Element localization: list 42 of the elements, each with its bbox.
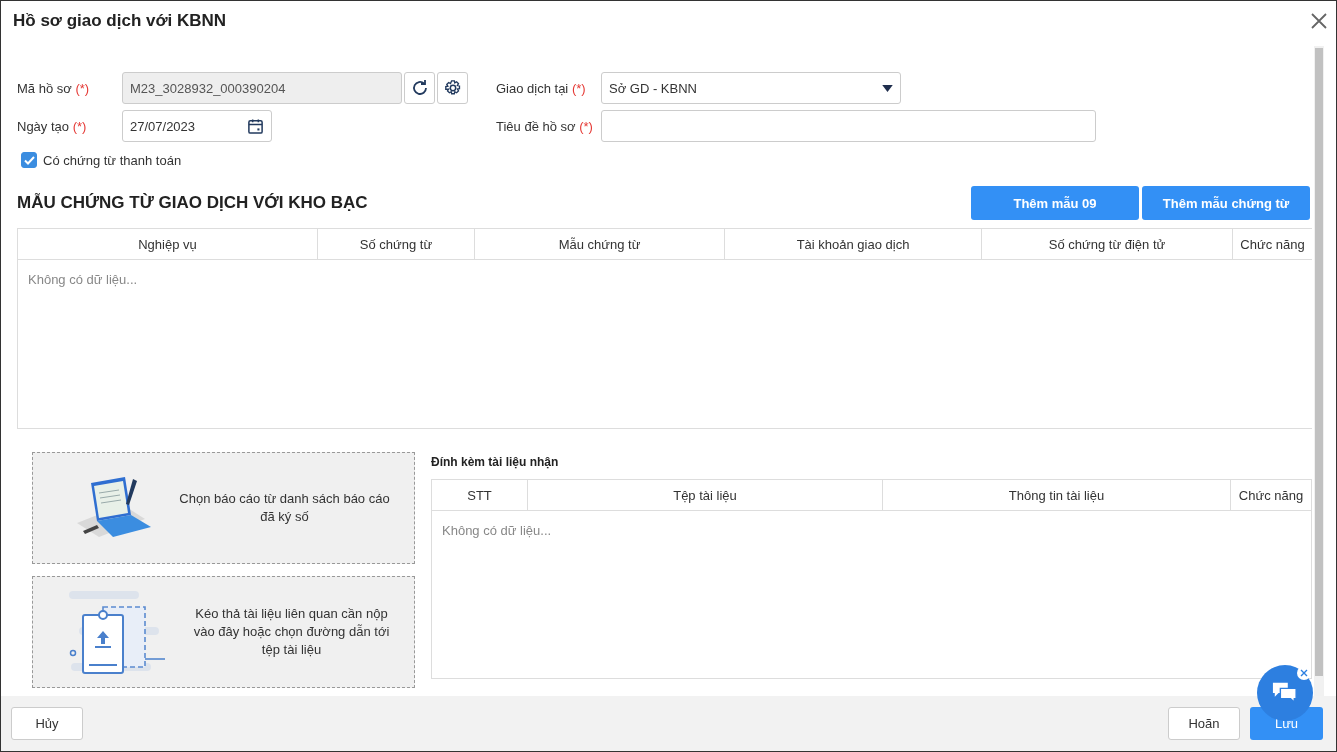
field-label: Mã hồ sơ (*) [17,80,91,96]
select-field[interactable]: Sở GD - KBNN [601,72,901,104]
column-header: Tệp tài liệu [528,480,883,510]
column-header: Số chứng từ [318,229,475,259]
column-header: Số chứng từ điện tử [982,229,1233,259]
column-header: STT [432,480,528,510]
title-field[interactable] [601,110,1096,142]
scrollbar-thumb[interactable] [1315,48,1323,676]
close-icon[interactable] [1310,11,1328,30]
signed-report-picker[interactable]: Chọn báo cáo từ danh sách báo cáo đã ký số [32,452,415,564]
checkbox[interactable] [21,152,37,168]
code-field: M23_3028932_000390204 [122,72,402,104]
dropdown-icon [882,84,893,92]
select-value: Sở GD - KBNN [609,80,697,96]
column-header: Nghiệp vụ [18,229,318,259]
close-chat-icon[interactable] [1297,666,1311,680]
settings-icon[interactable] [443,79,462,97]
section-title: MẪU CHỨNG TỪ GIAO DỊCH VỚI KHO BẠC [17,193,368,213]
column-header: Chức năng [1239,235,1306,254]
refresh-button[interactable] [404,72,435,104]
calendar-icon[interactable] [247,117,264,135]
empty-message: Không có dữ liệu... [442,523,552,538]
zone-text: Kéo thả tài liệu liên quan cần nộp vào đây hoặc chọn đường dẫn tới tệp tài liệu [192,605,391,659]
column-header: Chức năng [1237,486,1305,505]
field-label: Ngày tạo (*) [17,118,88,134]
column-header: Thông tin tài liệu [883,480,1231,510]
column-header: Tài khoản giao dịch [725,229,982,259]
upload-drop-zone[interactable]: Kéo thả tài liệu liên quan cần nộp vào đây hoặc chọn đường dẫn tới tệp tài liệu [32,576,415,688]
field-label: Giao dịch tại (*) [496,80,587,96]
empty-message: Không có dữ liệu... [28,272,138,287]
date-value: 27/07/2023 [130,118,196,134]
cancel-button[interactable]: Hủy [11,707,83,740]
postpone-button[interactable]: Hoãn [1168,707,1240,740]
window-title: Hồ sơ giao dịch với KBNN [13,10,227,31]
settings-button[interactable] [437,72,468,104]
column-header: Mẫu chứng từ [475,229,725,259]
checkbox-label: Có chứng từ thanh toán [43,152,182,168]
attachments-title: Đính kèm tài liệu nhận [431,455,560,469]
date-field[interactable]: 27/07/2023 [122,110,272,142]
scrollbar[interactable] [1314,46,1324,696]
zone-text: Chọn báo cáo từ danh sách báo cáo đã ký số [178,490,391,526]
field-label: Tiêu đề hồ sơ (*) [496,118,594,134]
